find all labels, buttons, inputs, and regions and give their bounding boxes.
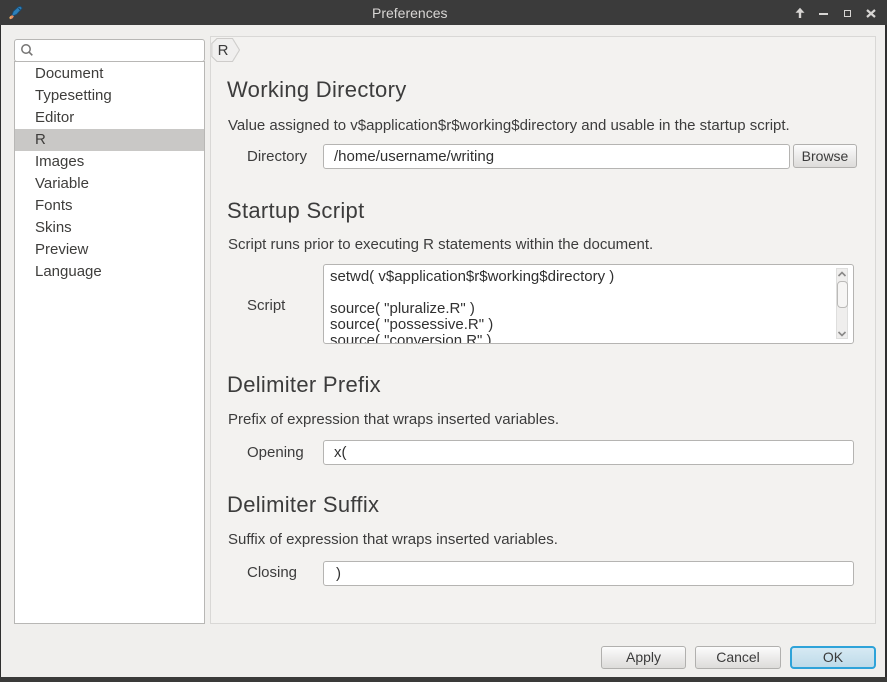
svg-text:R: R bbox=[218, 42, 229, 59]
